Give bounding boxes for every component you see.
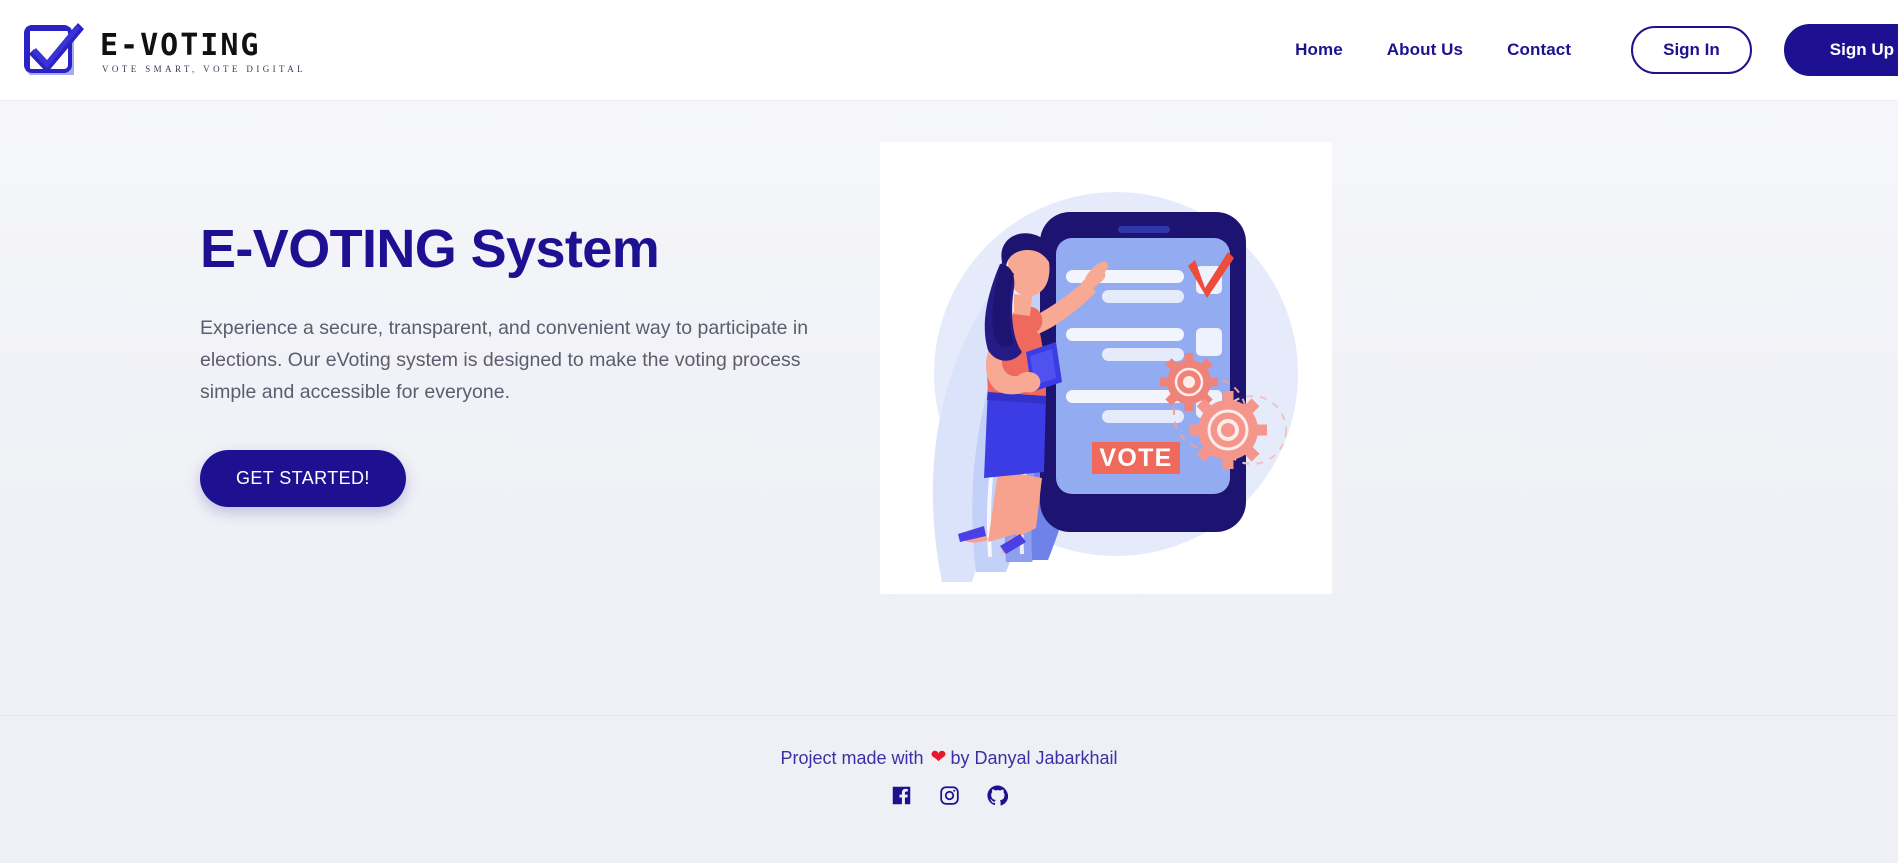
site-header: E-VOTING VOTE SMART, VOTE DIGITAL Home A… [0,0,1898,100]
brand-tagline: VOTE SMART, VOTE DIGITAL [102,63,306,74]
nav-link-contact[interactable]: Contact [1485,32,1593,68]
social-facebook-icon[interactable] [890,784,912,806]
hero-description: Experience a secure, transparent, and co… [200,316,809,403]
sign-in-button[interactable]: Sign In [1631,26,1752,74]
nav-link-home[interactable]: Home [1273,32,1365,68]
hero-content: E-VOTING System Experience a secure, tra… [0,101,880,507]
hero-illustration-wrapper: VOTE [880,101,1898,594]
illustration-vote-label: VOTE [1099,444,1172,472]
nav-link-about-us[interactable]: About Us [1365,32,1485,68]
online-voting-illustration: VOTE [880,142,1332,594]
checkbox-check-icon [12,15,86,85]
brand-logo[interactable]: E-VOTING VOTE SMART, VOTE DIGITAL [10,15,306,85]
social-github-icon[interactable] [986,784,1008,806]
footer-credit: Project made with ❤ by Danyal Jabarkhail [780,748,1117,767]
main-navigation: Home About Us Contact Sign In Sign Up [1273,24,1898,76]
heart-icon: ❤ [930,747,947,768]
landing-page: E-VOTING VOTE SMART, VOTE DIGITAL Home A… [0,0,1898,863]
footer-credit-prefix: Project made with [780,747,924,768]
sign-up-button[interactable]: Sign Up [1783,24,1898,76]
footer-credit-suffix: by Danyal Jabarkhail [950,747,1118,768]
page-title: E-VOTING System [200,219,660,279]
get-started-button[interactable]: GET STARTED! [200,449,406,507]
brand-name: E-VOTING [100,27,261,63]
hero-section: E-VOTING System Experience a secure, tra… [0,100,1898,715]
social-links [890,784,1008,806]
site-footer: Project made with ❤ by Danyal Jabarkhail [0,715,1898,863]
social-instagram-icon[interactable] [938,784,960,806]
brand-text: E-VOTING VOTE SMART, VOTE DIGITAL [100,27,306,74]
